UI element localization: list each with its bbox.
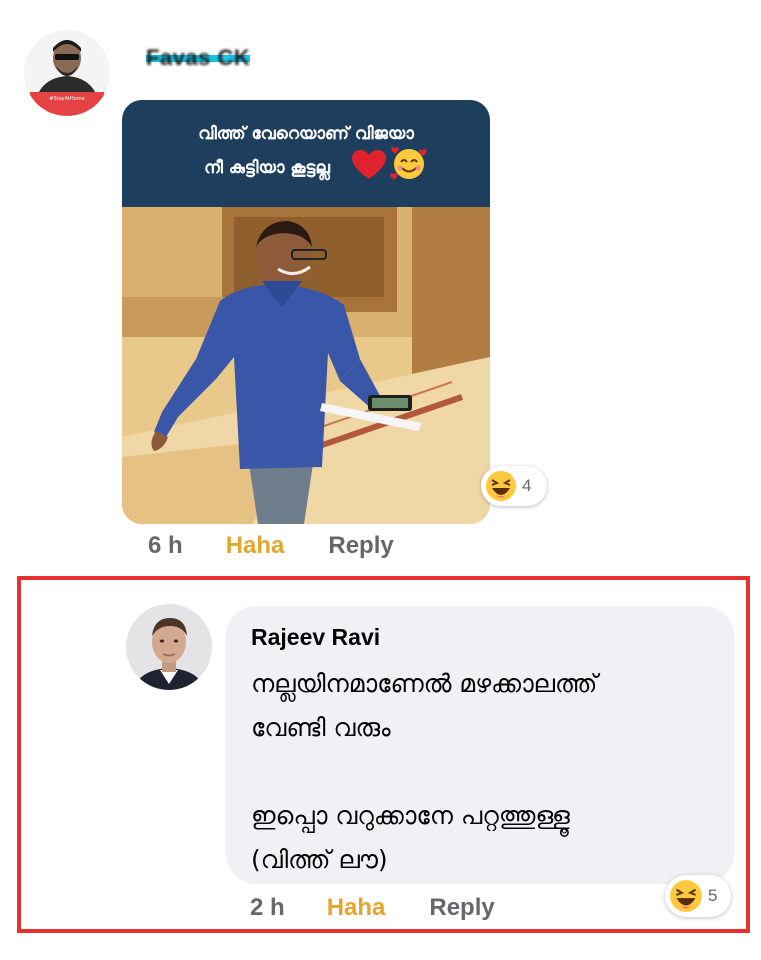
meme-photo-man-walking [122, 207, 490, 524]
reply-actions: 2 h Haha Reply [250, 892, 495, 924]
avatar-photo [126, 604, 212, 690]
comment-actions: 6 h Haha Reply [148, 530, 394, 562]
reply-button[interactable]: Reply [328, 532, 393, 560]
reaction-count: 4 [522, 476, 532, 495]
reaction-count: 5 [708, 886, 718, 905]
commenter-avatar[interactable]: #StayAtHome [24, 30, 110, 116]
haha-reaction-button[interactable]: Haha [327, 894, 386, 922]
haha-emoji-icon [486, 471, 516, 501]
replier-name[interactable]: Rajeev Ravi [251, 624, 734, 654]
replier-avatar[interactable] [126, 604, 212, 690]
heart-icon [352, 150, 386, 179]
comment-timestamp[interactable]: 6 h [148, 532, 183, 560]
avatar-badge-text: #StayAtHome [49, 96, 84, 102]
meme-caption-panel: വിത്ത് വേറെയാണ് വിജയാ നീ കുട്ടിയാ കൂട്ടല… [122, 100, 490, 207]
commenter-name[interactable]: Favas CK [146, 45, 251, 70]
haha-emoji-icon [670, 880, 702, 912]
meme-caption-line-1: വിത്ത് വേറെയാണ് വിജയാ [198, 124, 414, 144]
reply-bubble: Rajeev Ravi നല്ലയിനമാണേൽ മഴക്കാലത്ത് വേണ… [226, 606, 734, 884]
meme-caption-line-2: നീ കുട്ടിയാ കൂട്ടല്ല [204, 158, 330, 178]
reaction-badge[interactable]: 4 [481, 466, 547, 506]
meme-image[interactable]: വിത്ത് വേറെയാണ് വിജയാ നീ കുട്ടിയാ കൂട്ടല… [122, 100, 490, 524]
reply-timestamp[interactable]: 2 h [250, 894, 285, 922]
commenter-name-text: Favas CK [146, 45, 251, 70]
smiling-face-with-hearts-icon [390, 147, 427, 180]
reaction-badge[interactable]: 5 [665, 875, 731, 917]
reply-button[interactable]: Reply [429, 894, 494, 922]
haha-reaction-button[interactable]: Haha [226, 532, 285, 560]
avatar-photo: #StayAtHome [24, 30, 110, 116]
reply-text: നല്ലയിനമാണേൽ മഴക്കാലത്ത് വേണ്ടി വരും ഇപ്… [251, 669, 598, 874]
